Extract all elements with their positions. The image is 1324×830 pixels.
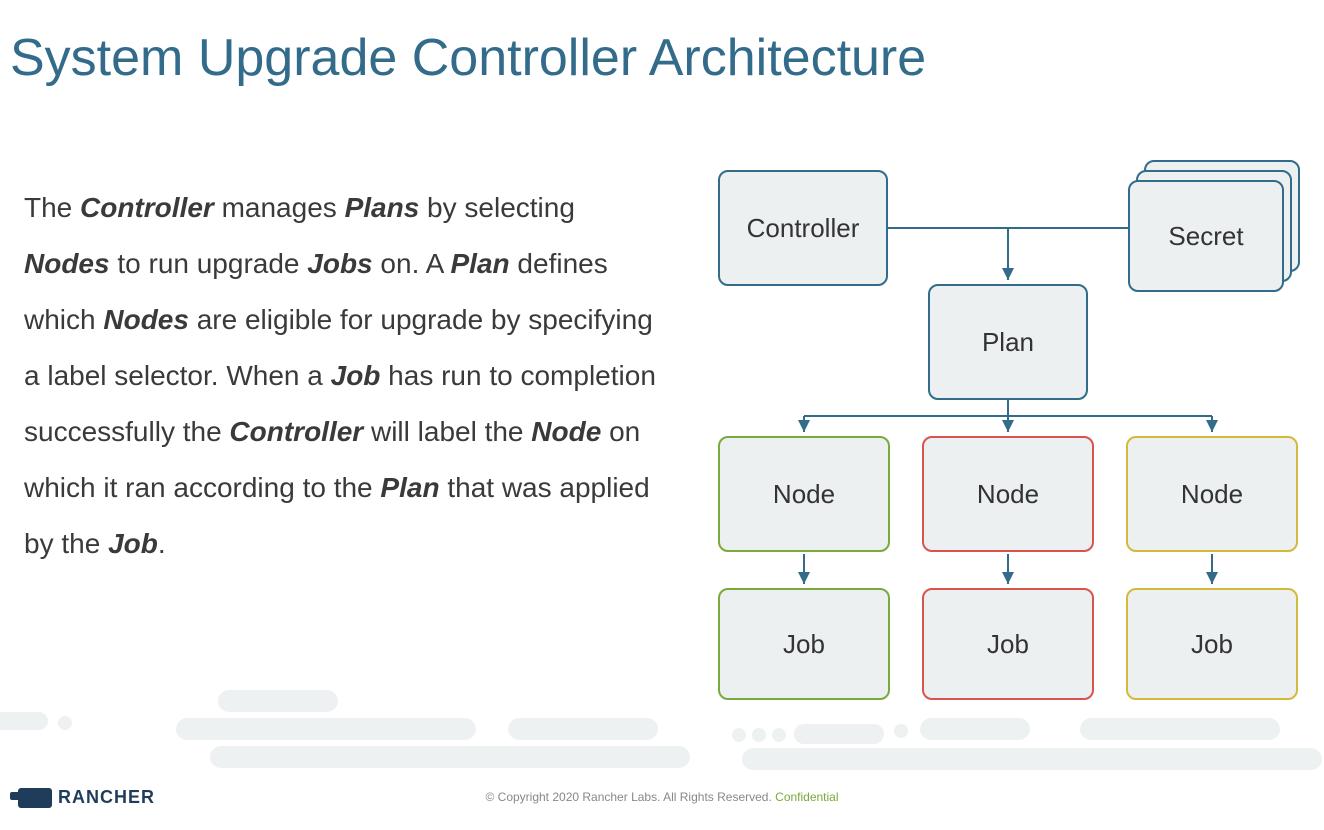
slide-footer: RANCHER © Copyright 2020 Rancher Labs. A… (0, 770, 1324, 830)
rancher-logo: RANCHER (18, 787, 155, 808)
confidential-label: Confidential (775, 790, 838, 804)
decoration-cloud (732, 728, 746, 742)
decoration-cloud (508, 718, 658, 740)
brand-name: RANCHER (58, 787, 155, 808)
decoration-cloud (794, 724, 884, 744)
rancher-logo-icon (18, 788, 52, 808)
decoration-cloud (1080, 718, 1280, 740)
decoration-cloud (0, 712, 48, 730)
box-secret: Secret (1128, 180, 1284, 292)
decoration-cloud (210, 746, 690, 768)
box-controller: Controller (718, 170, 888, 286)
description-paragraph: The Controller manages Plans by selectin… (24, 180, 664, 572)
slide-title: System Upgrade Controller Architecture (10, 28, 926, 88)
box-job-1: Job (718, 588, 890, 700)
box-node-1: Node (718, 436, 890, 552)
box-plan: Plan (928, 284, 1088, 400)
architecture-diagram: Controller Secret Plan Node Node Node Jo… (700, 160, 1310, 720)
copyright-text: © Copyright 2020 Rancher Labs. All Right… (485, 790, 838, 804)
decoration-cloud (920, 718, 1030, 740)
box-job-3: Job (1126, 588, 1298, 700)
decoration-cloud (894, 724, 908, 738)
decoration-cloud (176, 718, 476, 740)
decoration-cloud (742, 748, 1322, 770)
box-node-2: Node (922, 436, 1094, 552)
decoration-cloud (58, 716, 72, 730)
box-job-2: Job (922, 588, 1094, 700)
decoration-cloud (752, 728, 766, 742)
decoration-cloud (218, 690, 338, 712)
decoration-cloud (772, 728, 786, 742)
copyright-label: © Copyright 2020 Rancher Labs. All Right… (485, 790, 775, 804)
box-node-3: Node (1126, 436, 1298, 552)
